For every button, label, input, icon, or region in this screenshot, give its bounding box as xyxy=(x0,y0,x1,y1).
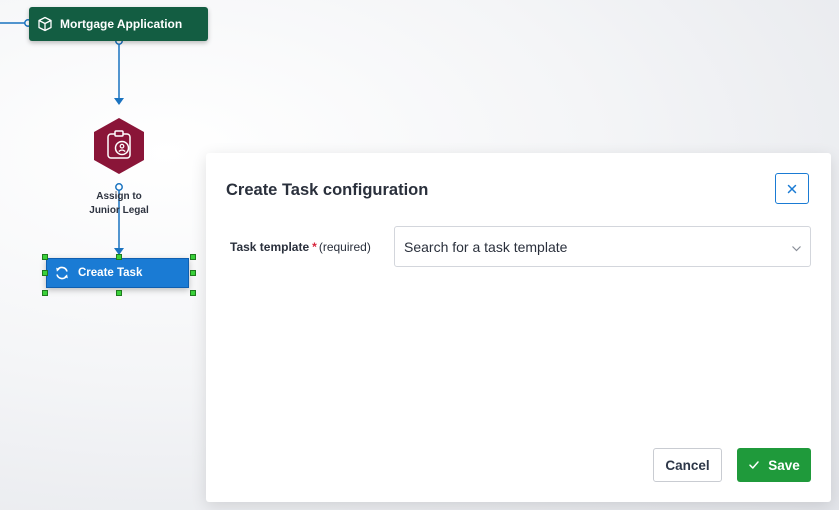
save-button-label: Save xyxy=(768,457,800,473)
resize-handle-n[interactable] xyxy=(116,254,122,260)
node-mortgage-application[interactable]: Mortgage Application xyxy=(29,7,208,41)
resize-handle-ne[interactable] xyxy=(190,254,196,260)
resize-handle-w[interactable] xyxy=(42,270,48,276)
node-assign-label: Assign to Junior Legal xyxy=(68,190,170,218)
node-assign-junior-legal[interactable] xyxy=(93,117,145,175)
required-text: (required) xyxy=(318,240,371,254)
create-task-config-panel: Create Task configuration Task template *… xyxy=(206,153,831,502)
resize-handle-nw[interactable] xyxy=(42,254,48,260)
save-button[interactable]: Save xyxy=(737,448,811,482)
cube-icon xyxy=(37,16,53,32)
node-mortgage-label: Mortgage Application xyxy=(60,17,183,31)
node-create-task-selection[interactable]: Create Task xyxy=(42,254,196,296)
close-button[interactable] xyxy=(775,173,809,204)
panel-title: Create Task configuration xyxy=(226,181,429,199)
close-icon xyxy=(787,184,797,194)
task-template-label: Task template * (required) xyxy=(230,240,371,254)
task-template-placeholder: Search for a task template xyxy=(404,238,568,255)
resize-handle-s[interactable] xyxy=(116,290,122,296)
node-create-task[interactable]: Create Task xyxy=(46,258,189,288)
resize-handle-sw[interactable] xyxy=(42,290,48,296)
refresh-icon xyxy=(54,265,70,281)
task-template-label-text: Task template xyxy=(230,240,310,254)
chevron-down-icon xyxy=(791,241,802,252)
cancel-button[interactable]: Cancel xyxy=(653,448,722,482)
resize-handle-se[interactable] xyxy=(190,290,196,296)
task-template-select[interactable]: Search for a task template xyxy=(394,226,811,267)
node-assign-label-line1: Assign to xyxy=(96,191,142,202)
check-icon xyxy=(748,459,760,471)
node-assign-label-line2: Junior Legal xyxy=(89,205,149,216)
resize-handle-e[interactable] xyxy=(190,270,196,276)
required-asterisk: * xyxy=(312,240,317,254)
arrowhead-assign xyxy=(114,98,124,105)
node-create-task-label: Create Task xyxy=(78,267,143,279)
